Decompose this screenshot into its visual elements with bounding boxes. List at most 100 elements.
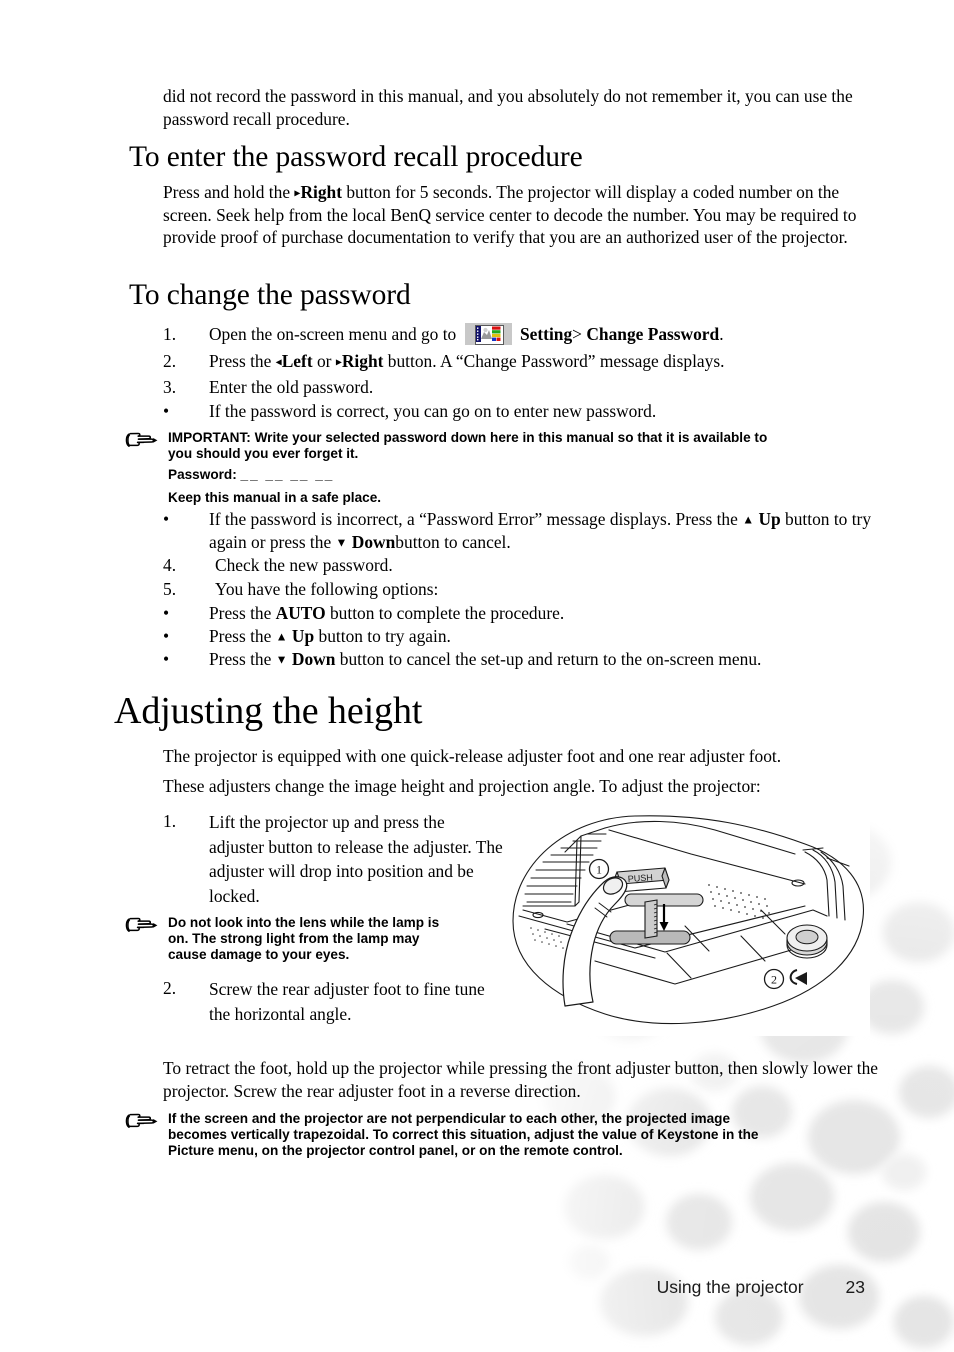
list-item-text: If the password is correct, you can go o… — [209, 401, 657, 421]
note-line: Picture menu, on the projector control p… — [168, 1143, 623, 1159]
push-label: PUSH — [627, 872, 653, 884]
list-item: 2. Press the ◂Left or ▸Right button. A “… — [163, 350, 878, 373]
page-number: 23 — [845, 1277, 865, 1297]
list-item-text: Press the ◂Left or ▸Right button. A “Cha… — [209, 350, 878, 373]
option-post-text: button to cancel the set-up and return t… — [339, 649, 762, 669]
keep-manual-text: Keep this manual in a safe place. — [168, 490, 382, 505]
note-line: Do not look into the lens while the lamp… — [168, 915, 440, 930]
note-keystone-body: If the screen and the projector are not … — [168, 1111, 878, 1159]
down-arrow-icon: ▼ — [335, 534, 348, 549]
list-item: 1. Lift the projector up and press the a… — [163, 810, 503, 908]
footer-section-label: Using the projector — [656, 1277, 804, 1297]
option-pre-text: Press the — [209, 649, 272, 669]
step1-post-text: . — [719, 324, 724, 344]
manual-page: did not record the password in this manu… — [0, 0, 954, 1352]
up-button-label: Up — [758, 509, 781, 529]
auto-button-label: AUTO — [275, 603, 326, 623]
list-marker: • — [163, 401, 170, 421]
list-marker: 2. — [163, 351, 177, 371]
list-item: • If the password is correct, you can go… — [163, 400, 878, 423]
setting-menu-label: Setting — [519, 324, 573, 344]
list-marker: • — [163, 626, 170, 646]
svg-text:1: 1 — [596, 863, 602, 877]
note-important-body: IMPORTANT: Write your selected password … — [168, 430, 878, 462]
list-item-text: If the password is incorrect, a “Passwor… — [209, 508, 878, 553]
svg-text:2: 2 — [771, 973, 777, 987]
retract-paragraph-text: To retract the foot, hold up the project… — [163, 1058, 879, 1101]
note-line: on. The strong light from the lamp may — [168, 931, 420, 947]
password-blank-line: Password: __ __ __ __ — [124, 467, 878, 483]
up-button-label: Up — [291, 626, 315, 646]
list-marker: 2. — [163, 978, 177, 998]
list-item: 1. Open the on-screen menu and go to Set… — [163, 323, 878, 346]
down-button-label: Down — [351, 531, 396, 552]
intro-paragraph: did not record the password in this manu… — [163, 85, 878, 130]
list-item: • Press the ▼ Down button to cancel the … — [163, 648, 878, 671]
up-arrow-icon: ▲ — [742, 512, 755, 527]
password-label: Password: — [168, 467, 237, 482]
list-marker: 1. — [163, 811, 177, 831]
list-item-text: Screw the rear adjuster foot to fine tun… — [209, 979, 485, 1024]
height-paragraph-1-text: The projector is equipped with one quick… — [163, 746, 782, 766]
left-button-label: Left — [281, 351, 313, 371]
list-item-text: Open the on-screen menu and go to Settin… — [209, 323, 878, 346]
note-line: If the screen and the projector are not … — [168, 1111, 731, 1126]
change-password-menu-label: Change Password — [586, 324, 720, 344]
list-marker: 5. — [163, 579, 177, 599]
list-marker: 4. — [163, 555, 177, 575]
heading-adjusting-height: Adjusting the height — [114, 690, 423, 732]
list-item: • Press the ▲ Up button to try again. — [163, 625, 878, 648]
note-line: IMPORTANT: Write your selected password … — [168, 430, 768, 445]
step1-pre-text: Open the on-screen menu and go to — [209, 324, 457, 344]
setting-menu-icon-inner — [474, 325, 504, 345]
list-marker: 3. — [163, 377, 177, 397]
list-item: 2. Screw the rear adjuster foot to fine … — [163, 977, 503, 1026]
list-marker: • — [163, 603, 170, 623]
height-paragraph-1: The projector is equipped with one quick… — [163, 745, 878, 768]
up-arrow-icon: ▲ — [275, 629, 288, 644]
callout-1: 1 — [588, 858, 610, 880]
note-important: IMPORTANT: Write your selected password … — [124, 430, 878, 462]
pointing-hand-icon — [124, 431, 160, 451]
height-paragraph-2: These adjusters change the image height … — [163, 775, 878, 798]
list-marker: • — [163, 649, 170, 669]
list-marker: 1. — [163, 324, 177, 344]
down-arrow-icon: ▼ — [275, 652, 288, 667]
down-button-label: Down — [291, 649, 336, 669]
incorrect-pre-text: If the password is incorrect, a “Passwor… — [209, 509, 738, 529]
note-keystone: If the screen and the projector are not … — [124, 1111, 878, 1159]
option-post-text: button to complete the procedure. — [329, 603, 565, 623]
password-blanks[interactable]: __ __ __ __ — [241, 467, 335, 482]
password-blank-body: Password: __ __ __ __ — [168, 467, 878, 483]
keep-manual-line: Keep this manual in a safe place. — [124, 490, 878, 506]
list-item: 5. You have the following options: — [163, 578, 878, 601]
incorrect-post-text: button to cancel. — [395, 531, 511, 552]
step2-mid-text: or — [316, 351, 332, 371]
list-item: 4. Check the new password. — [163, 554, 878, 577]
option-pre-text: Press the — [209, 603, 272, 623]
right-button-label: Right — [341, 351, 384, 371]
step2-pre-text: Press the — [209, 351, 272, 371]
note-line: you should you ever forget it. — [168, 446, 359, 462]
pointing-hand-icon — [124, 916, 160, 936]
heading-change-password: To change the password — [129, 279, 411, 311]
option-pre-text: Press the — [209, 626, 272, 646]
retract-paragraph: To retract the foot, hold up the project… — [163, 1057, 878, 1102]
option-post-text: button to try again. — [318, 626, 451, 646]
step2-post-text: button. A “Change Password” message disp… — [387, 351, 725, 371]
list-item-text: Lift the projector up and press the adju… — [209, 812, 503, 906]
heading-password-recall: To enter the password recall procedure — [129, 141, 583, 173]
list-item: • If the password is incorrect, a “Passw… — [163, 508, 878, 553]
list-item-text: Enter the old password. — [209, 377, 374, 397]
note-lens-body: Do not look into the lens while the lamp… — [168, 915, 494, 963]
list-item-text: Press the ▼ Down button to cancel the se… — [209, 648, 878, 671]
list-item-text: You have the following options: — [215, 579, 439, 599]
list-marker: • — [163, 509, 170, 529]
recall-paragraph: Press and hold the ▸Right button for 5 s… — [163, 181, 878, 249]
list-item-text: Press the AUTO button to complete the pr… — [209, 602, 878, 625]
projector-underside-illustration: PUSH 1 2 — [505, 806, 870, 1036]
note-line: cause damage to your eyes. — [168, 947, 350, 963]
page-footer: Using the projector 23 — [0, 1277, 954, 1298]
recall-paragraph-lead: Press and hold the — [163, 182, 291, 202]
pointing-hand-icon — [124, 1112, 160, 1132]
